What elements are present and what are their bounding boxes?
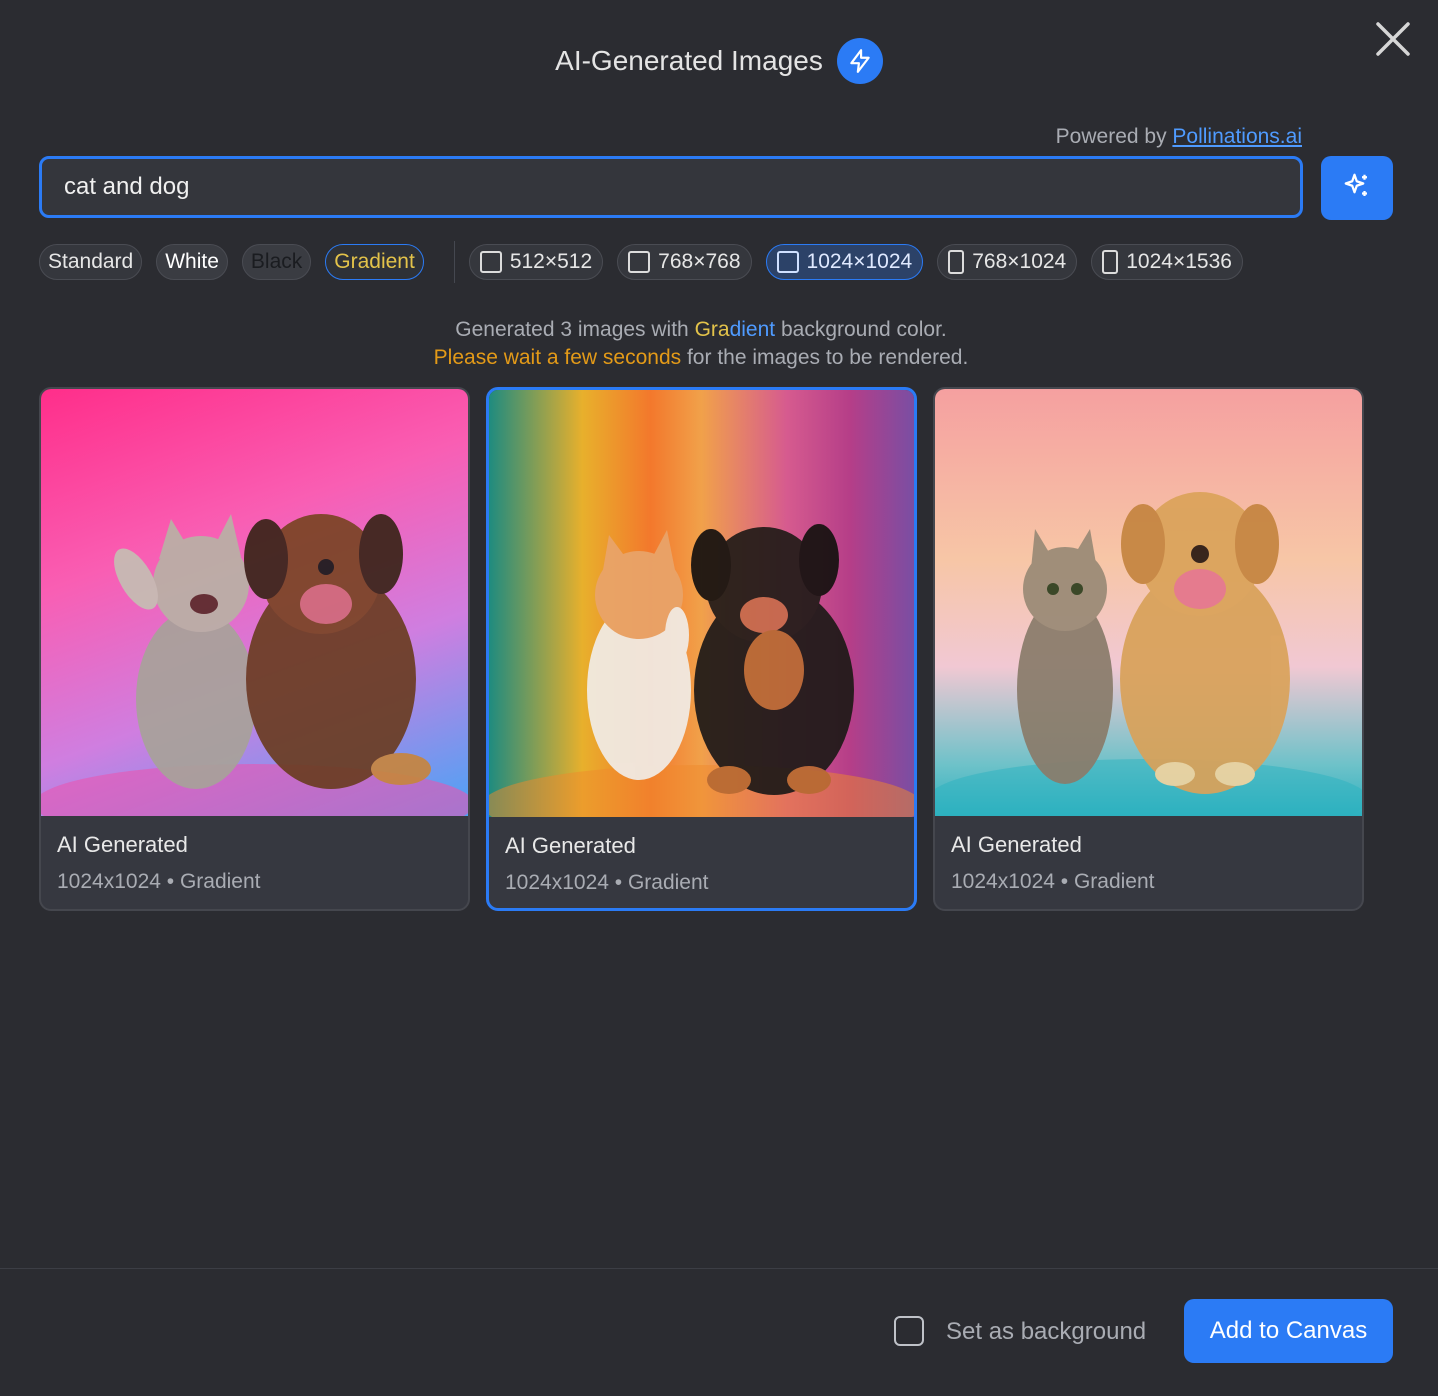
footer-divider — [0, 1268, 1438, 1269]
lightning-icon — [836, 38, 883, 84]
card-info: 1024x1024 • Gradient — [951, 870, 1155, 893]
card-info: 1024x1024 • Gradient — [505, 871, 709, 894]
image-card[interactable]: AI Generated 1024x1024 • Gradient — [933, 387, 1364, 911]
add-to-canvas-button[interactable]: Add to Canvas — [1184, 1299, 1393, 1363]
status-line-1: Generated 3 images with Gradient backgro… — [0, 316, 1402, 344]
ai-images-dialog: AI-Generated Images Powered by Pollinati… — [0, 0, 1438, 1396]
generated-image — [41, 389, 468, 816]
card-title: AI Generated — [505, 833, 636, 858]
card-info: 1024x1024 • Gradient — [57, 870, 261, 893]
status-message: Generated 3 images with Gradient backgro… — [0, 316, 1402, 372]
powered-by-prefix: Powered by — [1055, 125, 1173, 148]
bg-standard-chip[interactable]: Standard — [39, 244, 143, 280]
image-card[interactable]: AI Generated 1024x1024 • Gradient — [486, 387, 917, 911]
status-text: Generated 3 images with — [455, 318, 695, 341]
square-icon — [479, 251, 502, 273]
size-label: 512×512 — [509, 250, 593, 273]
powered-by: Powered by Pollinations.ai — [1056, 125, 1302, 149]
card-title: AI Generated — [951, 832, 1082, 857]
size-512-chip[interactable]: 512×512 — [468, 244, 604, 280]
set-as-background-checkbox[interactable] — [894, 1316, 924, 1346]
dialog-title: AI-Generated Images — [555, 45, 823, 76]
generated-image — [935, 389, 1362, 816]
sparkle-icon — [1342, 171, 1372, 206]
status-highlight: dient — [729, 318, 776, 341]
square-icon — [776, 251, 799, 273]
divider — [453, 241, 455, 283]
pollinations-link[interactable]: Pollinations.ai — [1172, 125, 1302, 148]
card-meta: AI Generated 1024x1024 • Gradient — [41, 816, 468, 908]
size-label: 768×768 — [658, 250, 741, 273]
generated-image — [489, 390, 914, 817]
size-label: 1024×1024 — [806, 250, 913, 273]
card-title: AI Generated — [57, 832, 188, 857]
card-meta: AI Generated 1024x1024 • Gradient — [489, 817, 914, 908]
size-1024-chip[interactable]: 1024×1024 — [765, 244, 924, 280]
close-icon[interactable] — [1372, 18, 1414, 60]
generate-button[interactable] — [1321, 156, 1393, 220]
status-text: for the images to be rendered. — [681, 346, 969, 369]
size-768-chip[interactable]: 768×768 — [617, 244, 752, 280]
size-label: 1024×1536 — [1126, 250, 1232, 273]
image-card[interactable]: AI Generated 1024x1024 • Gradient — [39, 387, 470, 911]
size-1024x1536-chip[interactable]: 1024×1536 — [1091, 244, 1243, 280]
status-text: background color. — [775, 318, 947, 341]
bg-black-chip[interactable]: Black — [241, 244, 312, 280]
status-line-2: Please wait a few seconds for the images… — [0, 344, 1402, 372]
set-as-background-label: Set as background — [946, 1318, 1147, 1345]
card-meta: AI Generated 1024x1024 • Gradient — [935, 816, 1362, 908]
options-bar: Standard White Black Gradient 512×512 76… — [39, 241, 1257, 283]
size-label: 768×1024 — [972, 250, 1067, 273]
wait-highlight: Please wait a few seconds — [433, 346, 682, 369]
bg-gradient-chip[interactable]: Gradient — [325, 244, 424, 280]
size-768x1024-chip[interactable]: 768×1024 — [937, 244, 1078, 280]
prompt-input[interactable] — [39, 156, 1303, 218]
bg-white-chip[interactable]: White — [156, 244, 228, 280]
image-grid: AI Generated 1024x1024 • Gradient AI Gen… — [39, 387, 1364, 911]
portrait-icon — [1102, 250, 1119, 274]
portrait-icon — [948, 250, 965, 274]
square-icon — [628, 251, 651, 273]
dialog-header: AI-Generated Images — [0, 38, 1438, 84]
status-highlight: Gra — [694, 318, 730, 341]
